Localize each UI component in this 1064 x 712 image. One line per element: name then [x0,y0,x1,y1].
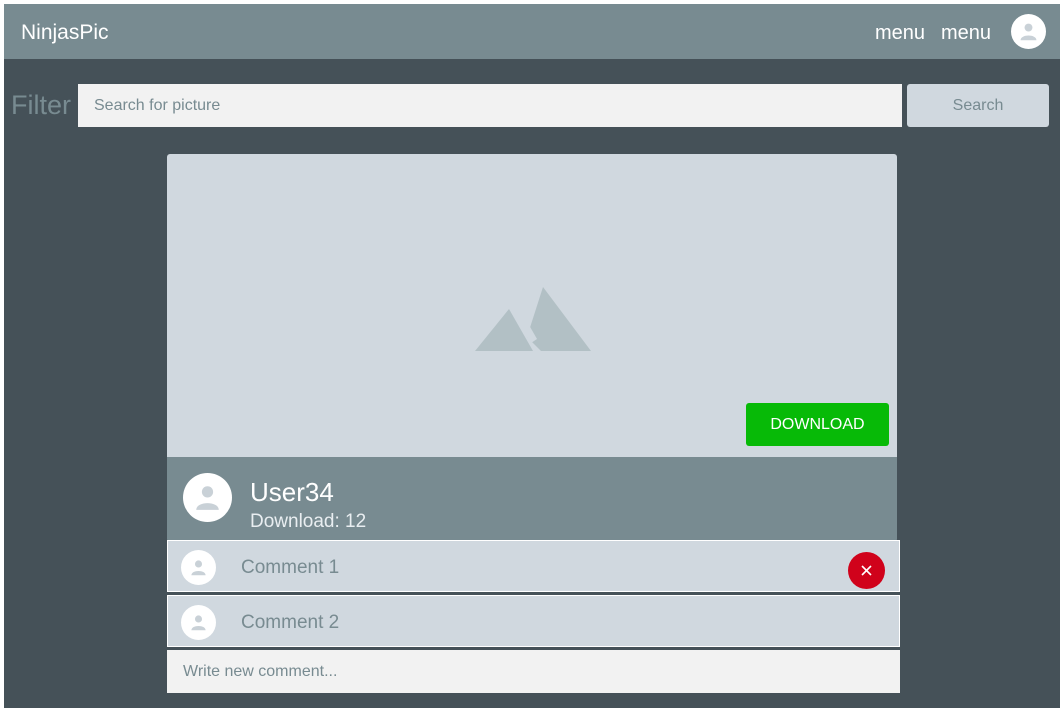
app-frame: NinjasPic menu menu Filter Search DOWNLO… [4,4,1060,708]
user-icon [1020,23,1037,41]
comment-avatar[interactable] [181,605,216,640]
owner-info-bar: User34 Download: 12 [167,457,897,542]
comment-avatar[interactable] [181,550,216,585]
user-icon [196,486,219,510]
download-button[interactable]: DOWNLOAD [746,403,889,446]
search-button[interactable]: Search [907,84,1049,127]
download-count: Download: 12 [250,511,367,532]
comment-item: Comment 1 [167,540,900,592]
menu-link-1[interactable]: menu [875,22,925,45]
user-icon [191,615,206,631]
user-icon [191,560,206,576]
comment-item: Comment 2 [167,595,900,647]
picture-card: DOWNLOAD User34 Download: 12 [167,154,897,542]
new-comment-input[interactable] [167,650,900,693]
picture-image[interactable]: DOWNLOAD [167,154,897,457]
top-navbar: NinjasPic menu menu [4,4,1060,59]
delete-comment-button[interactable] [848,552,885,589]
owner-name[interactable]: User34 [250,477,334,508]
image-placeholder-icon [475,287,591,351]
comment-text: Comment 2 [241,612,340,633]
owner-avatar[interactable] [183,473,232,522]
close-icon [861,565,872,576]
filter-label: Filter [11,90,71,120]
brand-logo[interactable]: NinjasPic [21,21,109,45]
comment-text: Comment 1 [241,557,340,578]
menu-link-2[interactable]: menu [941,22,991,45]
search-input[interactable] [78,84,902,127]
user-avatar[interactable] [1011,14,1046,49]
